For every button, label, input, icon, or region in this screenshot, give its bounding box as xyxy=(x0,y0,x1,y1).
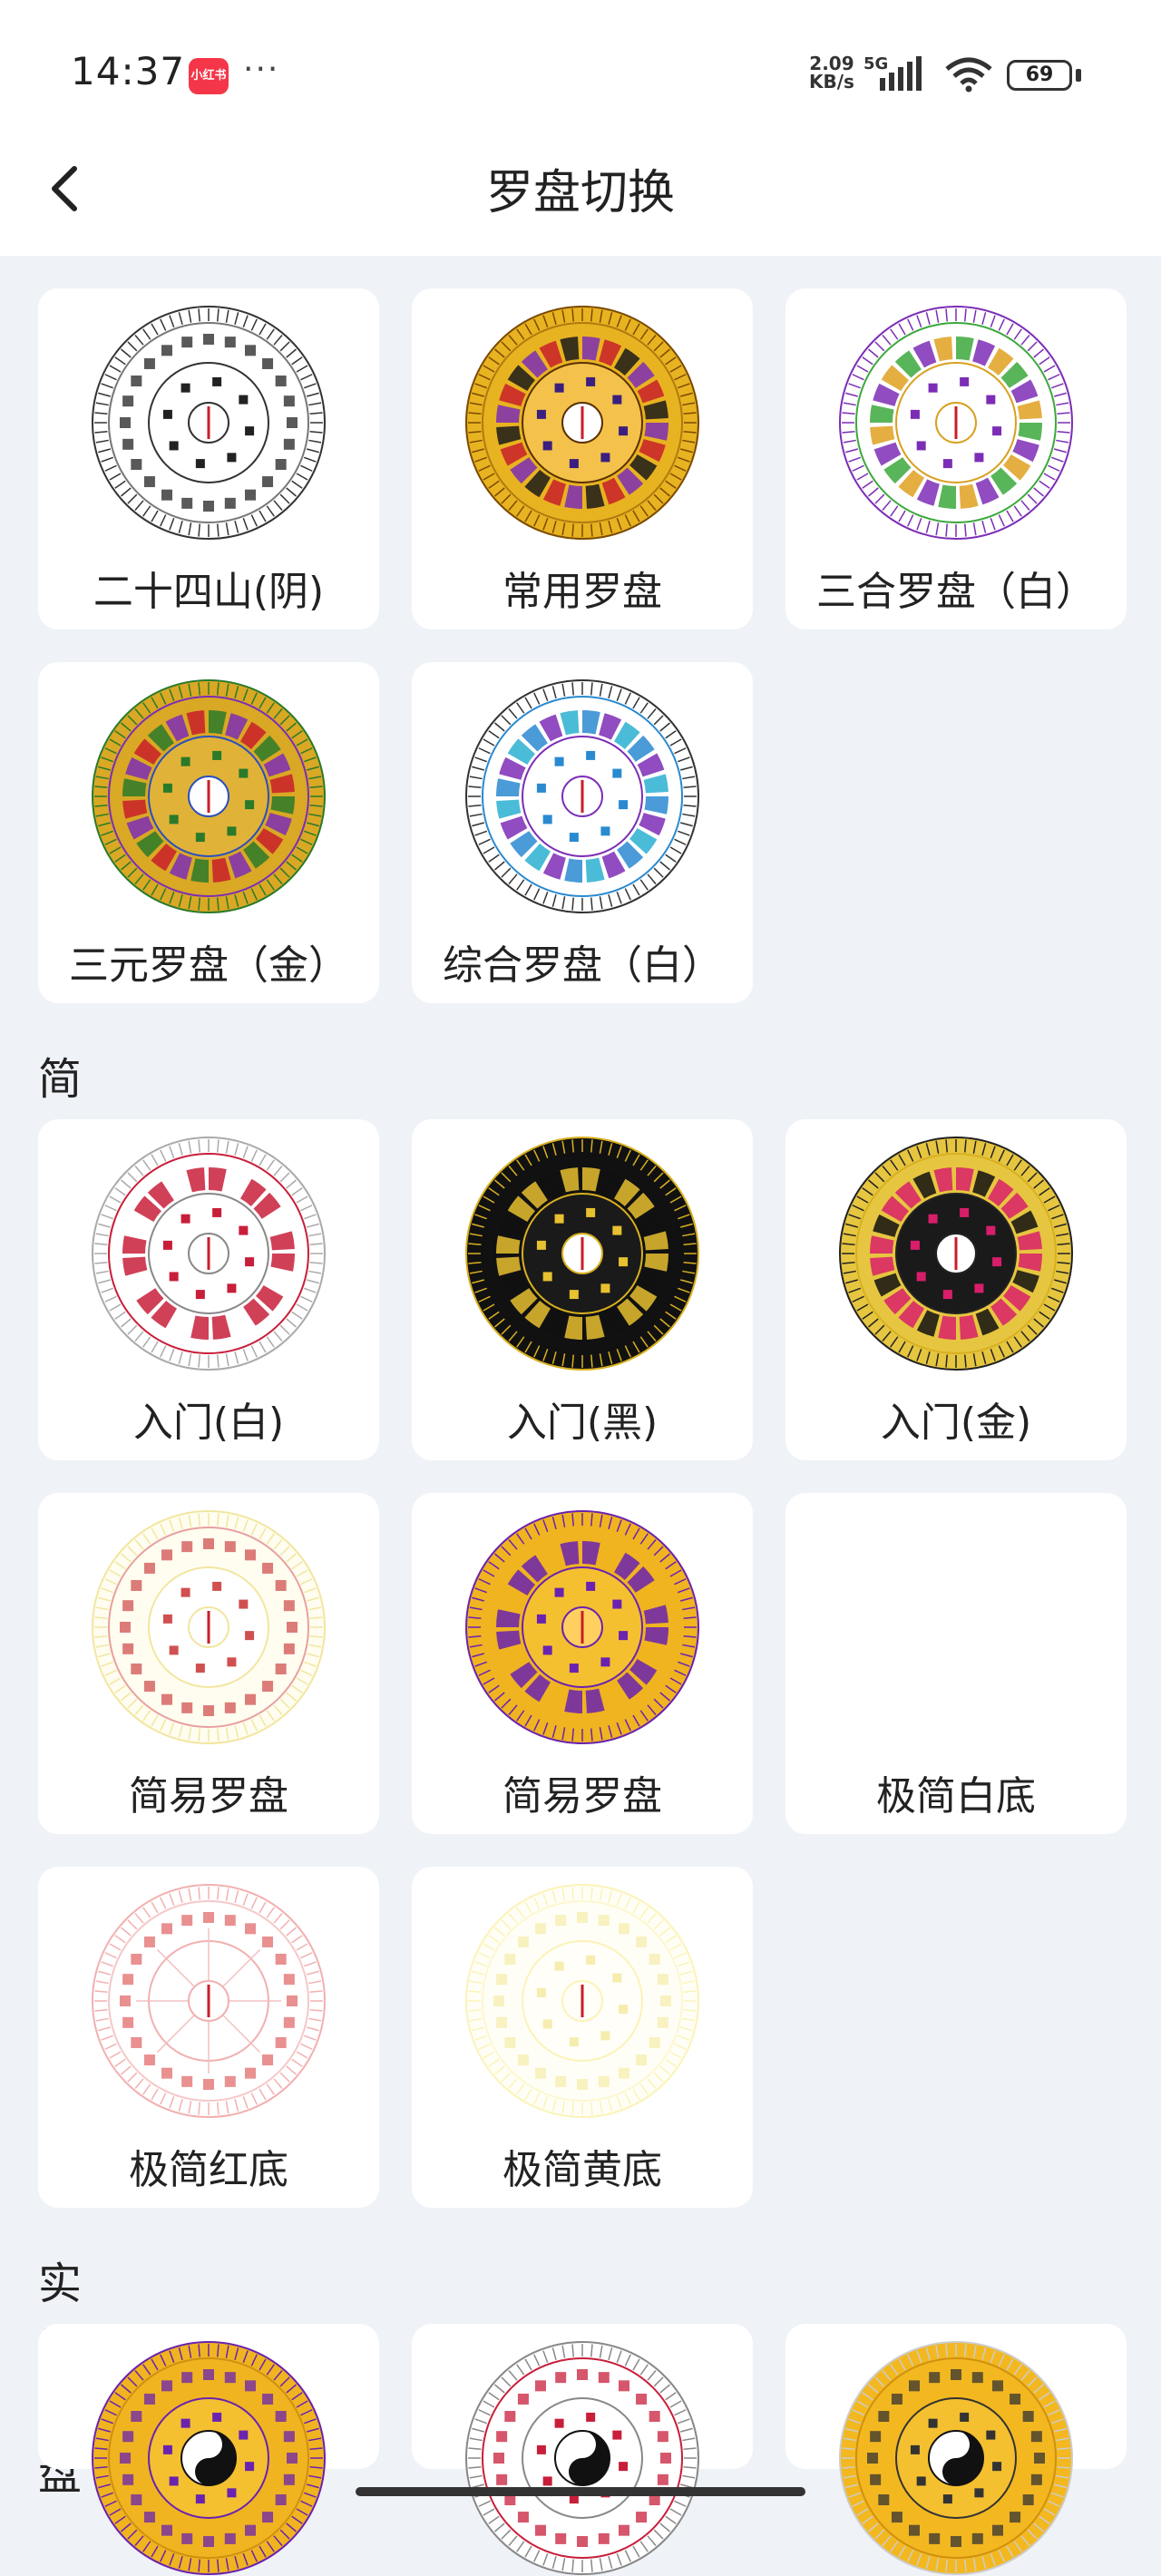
compass-option-label: 简易罗盘 xyxy=(129,1773,288,1820)
compass-option-card[interactable]: 常用罗盘 xyxy=(412,288,753,629)
compass-option-card[interactable]: 极简红底 xyxy=(38,1867,379,2208)
compass-option-card[interactable]: 极简黄底 xyxy=(412,1867,753,2208)
compass-preview-image xyxy=(839,306,1073,540)
compass-preview-image xyxy=(839,2341,1073,2575)
status-time: 14:37 xyxy=(71,49,186,93)
compass-option-label: 三元罗盘（金） xyxy=(69,942,348,989)
compass-option-label: 入门(金) xyxy=(880,1400,1032,1446)
compass-option-label: 极简白底 xyxy=(876,1773,1036,1820)
compass-option-label: 综合罗盘（白） xyxy=(443,942,722,989)
compass-preview-image xyxy=(839,1137,1073,1371)
compass-option-card[interactable]: 二十四山(阴) xyxy=(38,288,379,629)
battery-icon: 69 xyxy=(1007,60,1072,91)
signal-icon: 5G xyxy=(862,54,934,98)
compass-option-card[interactable] xyxy=(785,2324,1127,2575)
compass-option-label: 二十四山(阴) xyxy=(93,569,325,615)
more-notifications-icon: ··· xyxy=(243,51,280,88)
compass-preview-image xyxy=(92,1510,326,1744)
network-speed-unit: KB/s xyxy=(809,71,854,93)
compass-option-label: 常用罗盘 xyxy=(502,569,662,615)
compass-option-card[interactable] xyxy=(412,2324,753,2575)
compass-option-card[interactable]: 综合罗盘（白） xyxy=(412,662,753,1003)
compass-option-card[interactable]: 入门(白) xyxy=(38,1119,379,1460)
compass-option-card[interactable]: 三合罗盘（白） xyxy=(785,288,1127,629)
compass-preview-image xyxy=(465,1884,699,2118)
compass-preview-image xyxy=(92,306,326,540)
compass-preview-image xyxy=(465,306,699,540)
network-speed-value: 2.09 xyxy=(809,53,854,74)
xiaohongshu-app-icon: 小红书 xyxy=(189,58,229,94)
network-speed: 2.09 KB/s xyxy=(809,54,854,91)
compass-option-label: 三合罗盘（白） xyxy=(816,569,1096,615)
battery-tip xyxy=(1076,69,1081,82)
compass-preview-image xyxy=(838,1509,1074,1745)
compass-option-card[interactable] xyxy=(38,2324,379,2575)
compass-preview-image xyxy=(465,1137,699,1371)
compass-option-label: 入门(白) xyxy=(132,1400,285,1446)
compass-preview-image xyxy=(465,2341,699,2575)
compass-option-card[interactable]: 三元罗盘（金） xyxy=(38,662,379,1003)
compass-option-card[interactable]: 简易罗盘 xyxy=(412,1493,753,1834)
compass-option-label: 简易罗盘 xyxy=(502,1773,662,1820)
compass-preview-image xyxy=(92,1884,326,2118)
compass-preview-image xyxy=(92,679,326,913)
compass-option-card[interactable]: 入门(黑) xyxy=(412,1119,753,1460)
compass-option-label: 入门(黑) xyxy=(506,1400,659,1446)
home-indicator[interactable] xyxy=(356,2487,805,2496)
compass-option-card[interactable]: 入门(金) xyxy=(785,1119,1127,1460)
compass-preview-image xyxy=(92,1137,326,1371)
compass-preview-image xyxy=(92,2341,326,2575)
network-type: 5G xyxy=(863,54,888,73)
compass-preview-image xyxy=(465,1510,699,1744)
compass-option-label: 极简红底 xyxy=(129,2147,288,2193)
compass-option-label: 极简黄底 xyxy=(502,2147,662,2193)
wifi-icon xyxy=(943,56,994,96)
page-title: 罗盘切换 xyxy=(485,166,675,220)
compass-option-card[interactable]: 极简白底 xyxy=(785,1493,1127,1834)
compass-preview-image xyxy=(465,679,699,913)
compass-option-card[interactable]: 简易罗盘 xyxy=(38,1493,379,1834)
